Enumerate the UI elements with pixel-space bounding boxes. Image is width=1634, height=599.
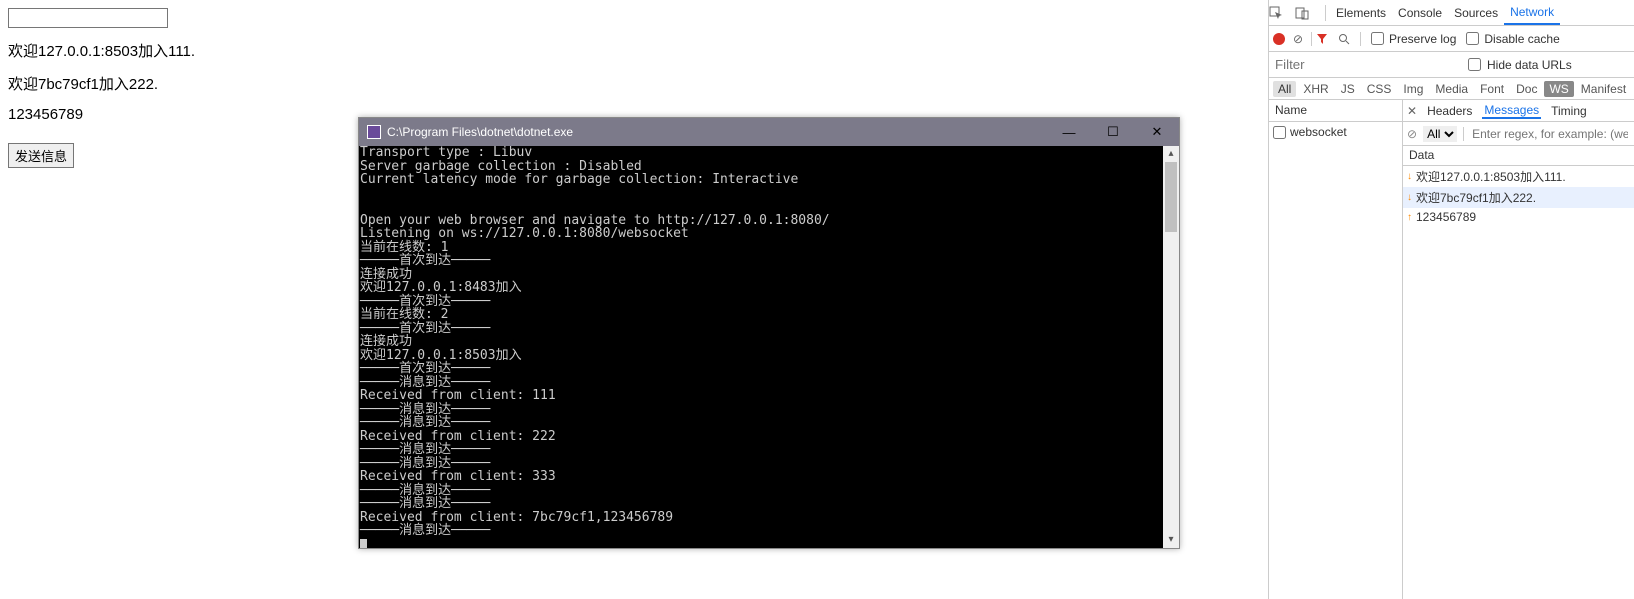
filter-input[interactable] <box>1269 52 1458 77</box>
message-filter-bar: ⊘ All <box>1403 122 1634 146</box>
send-button[interactable]: 发送信息 <box>8 143 74 168</box>
filter-ws[interactable]: WS <box>1544 81 1573 97</box>
preserve-log-checkbox[interactable]: Preserve log <box>1365 32 1456 46</box>
disable-cache-checkbox[interactable]: Disable cache <box>1460 32 1559 46</box>
type-filter-row: All XHR JS CSS Img Media Font Doc WS Man… <box>1269 78 1634 100</box>
clear-messages-icon[interactable]: ⊘ <box>1407 127 1417 141</box>
arrow-down-icon: ↓ <box>1407 192 1412 203</box>
request-list-header: Name <box>1269 100 1402 122</box>
filter-icon[interactable] <box>1316 33 1334 45</box>
console-title-text: C:\Program Files\dotnet\dotnet.exe <box>387 125 1047 139</box>
network-filter-bar: Hide data URLs <box>1269 52 1634 78</box>
network-toolbar: ⊘ Preserve log Disable cache <box>1269 26 1634 52</box>
filter-manifest[interactable]: Manifest <box>1576 81 1631 97</box>
detail-tab-messages[interactable]: Messages <box>1482 103 1541 119</box>
close-button[interactable]: ✕ <box>1135 124 1179 140</box>
page-body: 欢迎127.0.0.1:8503加入111. 欢迎7bc79cf1加入222. … <box>0 0 1268 599</box>
request-row-websocket[interactable]: websocket <box>1269 122 1402 142</box>
filter-font[interactable]: Font <box>1475 81 1509 97</box>
request-list: Name websocket <box>1269 100 1403 599</box>
filter-img[interactable]: Img <box>1398 81 1428 97</box>
console-output: Transport type : Libuv Server garbage co… <box>359 146 1163 548</box>
console-titlebar[interactable]: C:\Program Files\dotnet\dotnet.exe — ☐ ✕ <box>359 118 1179 146</box>
console-window: C:\Program Files\dotnet\dotnet.exe — ☐ ✕… <box>358 117 1180 549</box>
ws-message-text: 欢迎7bc79cf1加入222. <box>1416 189 1536 206</box>
scroll-down-icon[interactable]: ▾ <box>1163 532 1179 548</box>
inspect-element-icon[interactable] <box>1269 6 1295 20</box>
arrow-down-icon: ↓ <box>1407 171 1412 182</box>
message-list: ↓ 欢迎127.0.0.1:8503加入111. ↓ 欢迎7bc79cf1加入222.… <box>1403 166 1634 599</box>
tab-network[interactable]: Network <box>1504 0 1560 25</box>
request-row-checkbox[interactable] <box>1273 126 1286 139</box>
request-detail: ✕ Headers Messages Timing ⊘ All Data ↓ 欢迎… <box>1403 100 1634 599</box>
detail-tab-timing[interactable]: Timing <box>1549 104 1589 118</box>
tab-console[interactable]: Console <box>1392 0 1448 25</box>
console-scrollbar[interactable]: ▴ ▾ <box>1163 146 1179 548</box>
message-data-header: Data <box>1403 146 1634 166</box>
minimize-button[interactable]: — <box>1047 125 1091 140</box>
ws-message-row[interactable]: ↓ 欢迎7bc79cf1加入222. <box>1403 187 1634 208</box>
request-row-label: websocket <box>1290 125 1347 139</box>
search-icon[interactable] <box>1338 33 1356 45</box>
tab-elements[interactable]: Elements <box>1330 0 1392 25</box>
scroll-thumb[interactable] <box>1165 162 1177 232</box>
message-regex-input[interactable] <box>1470 126 1630 142</box>
record-button[interactable] <box>1273 33 1285 45</box>
ws-message-row[interactable]: ↑ 123456789 <box>1403 208 1634 226</box>
device-toolbar-icon[interactable] <box>1295 6 1321 20</box>
hide-data-urls-checkbox[interactable]: Hide data URLs <box>1464 55 1572 74</box>
clear-icon[interactable]: ⊘ <box>1289 32 1307 46</box>
devtools-panel: Elements Console Sources Network ⊘ Prese… <box>1268 0 1634 599</box>
filter-doc[interactable]: Doc <box>1511 81 1542 97</box>
tab-sources[interactable]: Sources <box>1448 0 1504 25</box>
filter-js[interactable]: JS <box>1336 81 1360 97</box>
filter-css[interactable]: CSS <box>1362 81 1397 97</box>
detail-tabs: ✕ Headers Messages Timing <box>1403 100 1634 122</box>
maximize-button[interactable]: ☐ <box>1091 124 1135 140</box>
scroll-up-icon[interactable]: ▴ <box>1163 146 1179 162</box>
page-message: 欢迎7bc79cf1加入222. <box>8 73 1260 96</box>
detail-tab-headers[interactable]: Headers <box>1425 104 1474 118</box>
message-input[interactable] <box>8 8 168 28</box>
ws-message-text: 欢迎127.0.0.1:8503加入111. <box>1416 168 1566 185</box>
page-message: 欢迎127.0.0.1:8503加入111. <box>8 40 1260 63</box>
arrow-up-icon: ↑ <box>1407 212 1412 223</box>
ws-message-row[interactable]: ↓ 欢迎127.0.0.1:8503加入111. <box>1403 166 1634 187</box>
message-direction-select[interactable]: All <box>1423 126 1457 142</box>
filter-xhr[interactable]: XHR <box>1298 81 1333 97</box>
ws-message-text: 123456789 <box>1416 210 1476 224</box>
console-app-icon <box>367 125 381 139</box>
filter-media[interactable]: Media <box>1430 81 1473 97</box>
filter-all[interactable]: All <box>1273 81 1296 97</box>
close-detail-icon[interactable]: ✕ <box>1407 104 1417 118</box>
devtools-main-tabs: Elements Console Sources Network <box>1269 0 1634 26</box>
